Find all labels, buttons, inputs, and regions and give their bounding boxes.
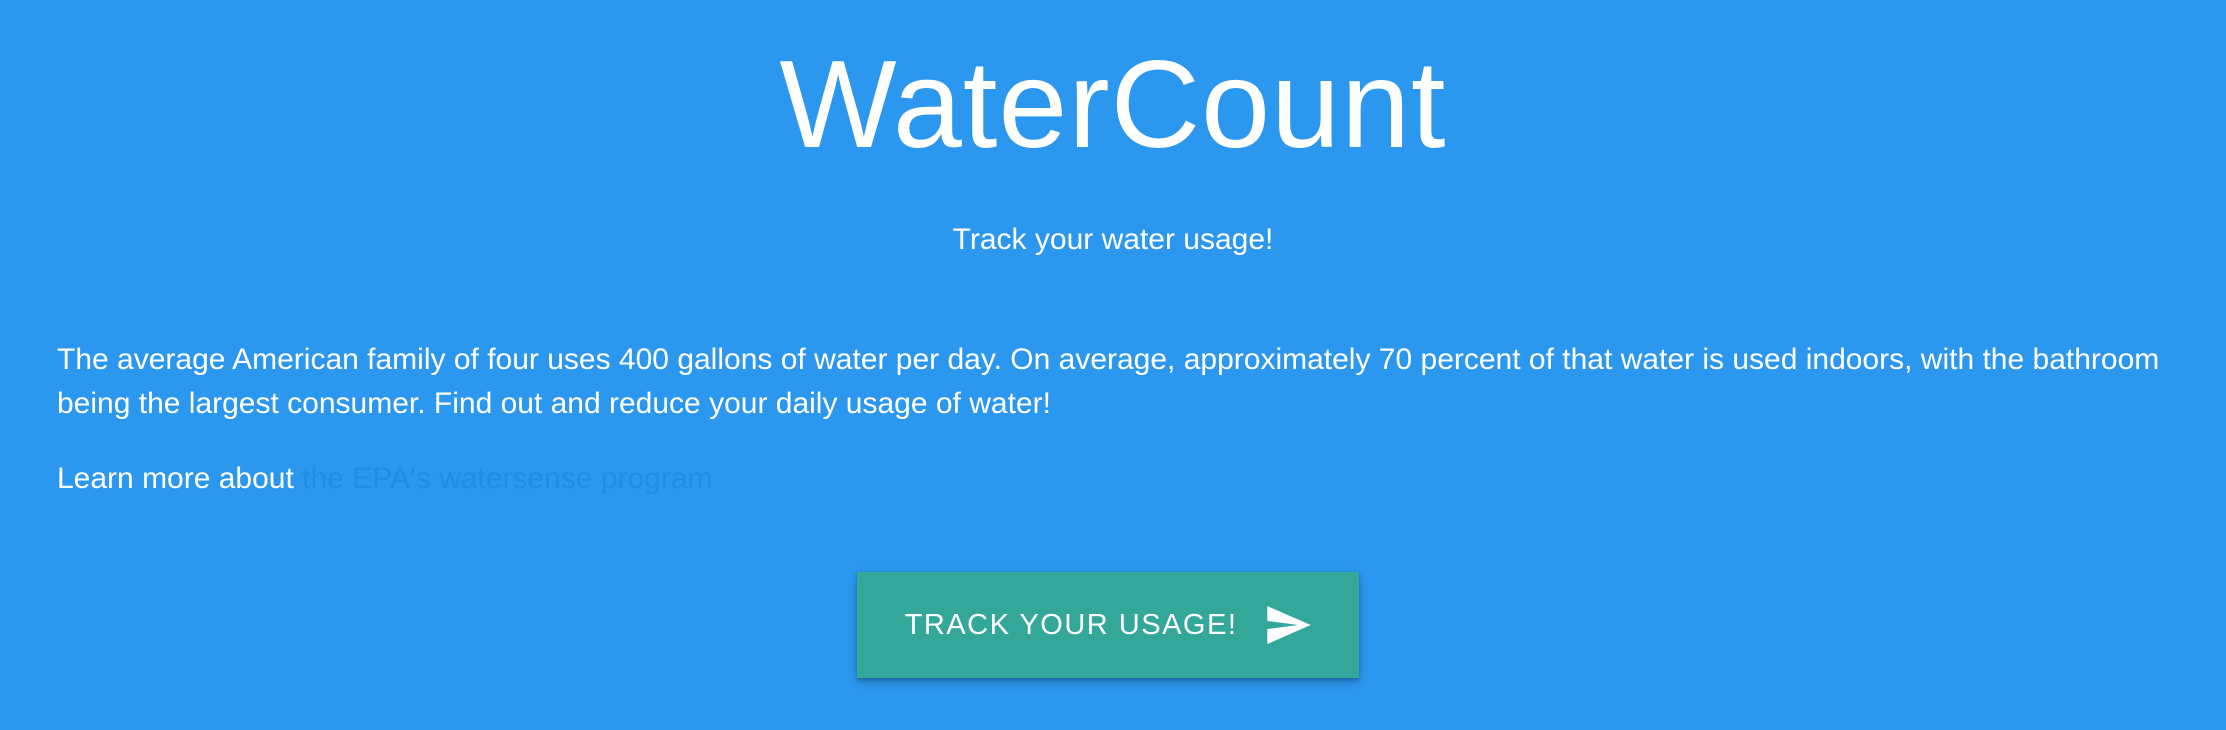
page-title: WaterCount (779, 36, 1447, 174)
intro-paragraph: The average American family of four uses… (57, 343, 2160, 420)
track-usage-label: TRACK YOUR USAGE! (904, 608, 1238, 641)
learn-more-line: Learn more about the EPA's watersense pr… (57, 459, 713, 499)
track-usage-button[interactable]: TRACK YOUR USAGE! (857, 572, 1359, 678)
send-icon (1267, 606, 1312, 644)
page-subtitle: Track your water usage! (952, 223, 1274, 256)
learn-more-prefix: Learn more about (57, 462, 294, 495)
watersense-link[interactable]: the EPA's watersense program (302, 462, 712, 495)
